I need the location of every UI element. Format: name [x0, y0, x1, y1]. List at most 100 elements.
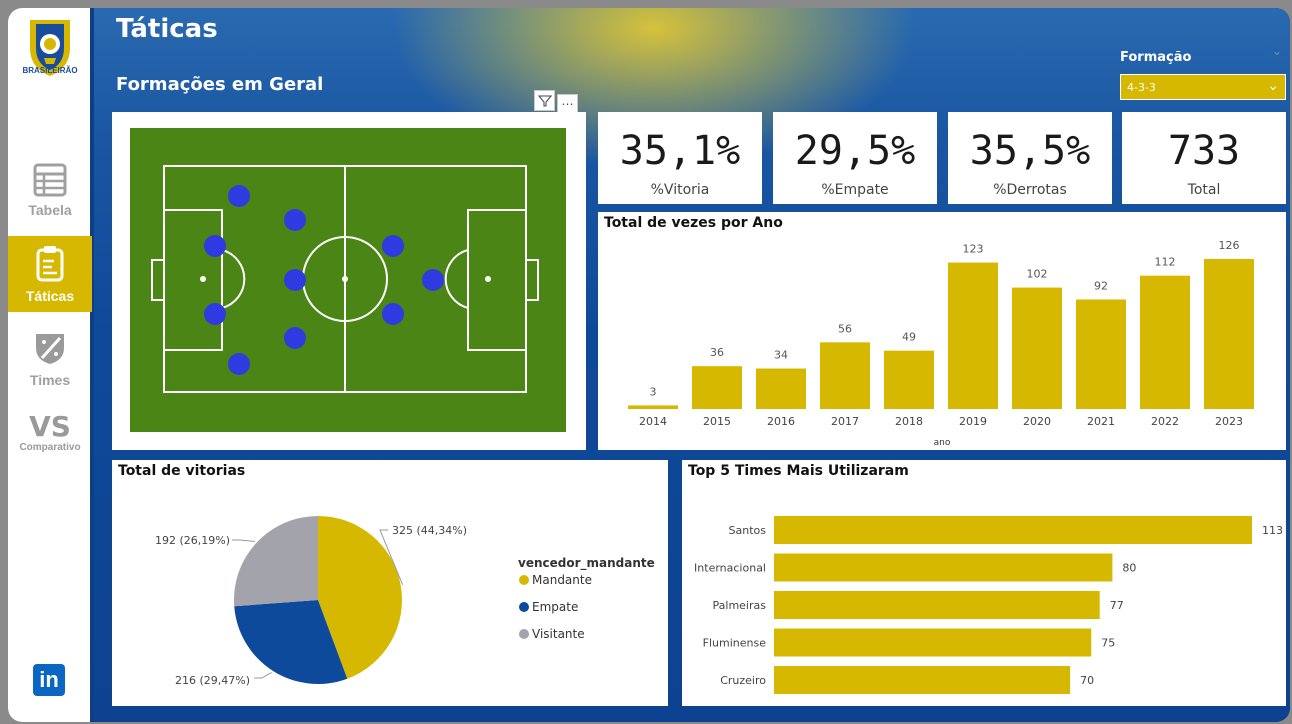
kpi-label: Total — [1187, 182, 1221, 198]
main-area: Táticas Formações em Geral Formação ⌄ 4-… — [94, 8, 1290, 722]
kpi-label: %Derrotas — [993, 182, 1067, 198]
legend-marker — [519, 575, 529, 585]
bar — [628, 405, 678, 409]
player-marker — [284, 327, 306, 349]
bar — [774, 553, 1113, 582]
chevron-down-icon: ⌄ — [1267, 78, 1279, 94]
x-tick-label: 2021 — [1087, 415, 1115, 428]
pie-slice — [234, 516, 318, 607]
player-marker — [228, 185, 250, 207]
page-title: Táticas — [116, 14, 218, 44]
formation-dropdown[interactable]: 4-3-3 ⌄ — [1120, 74, 1286, 100]
bar — [774, 628, 1092, 657]
formation-value: 4-3-3 — [1127, 81, 1156, 94]
linkedin-icon[interactable]: in — [33, 664, 65, 696]
kpi-card-total: 733 Total — [1122, 112, 1286, 204]
kpi-card-derrotas: 35,5% %Derrotas — [948, 112, 1112, 204]
data-label: 126 — [1219, 239, 1240, 252]
wins-pie-chart: 325 (44,34%) 216 (29,47%) 192 (26,19%) venc… — [155, 516, 655, 687]
data-label: 34 — [774, 349, 788, 362]
data-label: 56 — [838, 322, 852, 335]
x-tick-label: 2018 — [895, 415, 923, 428]
x-tick-label: 2023 — [1215, 415, 1243, 428]
x-tick-label: 2022 — [1151, 415, 1179, 428]
section-title: Formações em Geral — [116, 74, 324, 95]
legend-title: vencedor_mandante — [518, 556, 655, 571]
data-label: 80 — [1122, 562, 1136, 575]
data-label: 112 — [1155, 256, 1176, 269]
bar — [756, 368, 806, 409]
nav-tabela[interactable]: Tabela — [8, 162, 92, 228]
kpi-label: %Empate — [821, 182, 889, 198]
vs-icon: VS — [29, 410, 71, 443]
bar — [884, 350, 934, 409]
data-label: 75 — [1101, 637, 1115, 650]
leader-line — [232, 539, 256, 543]
bar — [1204, 259, 1254, 409]
year-chart-card: Total de vezes por Ano 3 2014 36 2015 34 2016… — [598, 212, 1286, 450]
leader-line — [254, 671, 272, 679]
sidebar: BRASILEIRÃO Tabela Táticas Times VS Comp… — [8, 8, 92, 722]
nav-comparativo-label: Comparativo — [19, 442, 81, 453]
x-tick-label: 2015 — [703, 415, 731, 428]
y-tick-label: Palmeiras — [713, 599, 767, 612]
data-label: 49 — [902, 331, 916, 344]
y-tick-label: Cruzeiro — [720, 674, 766, 687]
nav-tabela-label: Tabela — [28, 202, 72, 218]
app-frame: BRASILEIRÃO Tabela Táticas Times VS Comp… — [8, 8, 1290, 722]
slicer-collapse-icon[interactable]: ⌄ — [1272, 44, 1282, 58]
data-label: 113 — [1262, 524, 1283, 537]
logo-text: BRASILEIRÃO — [22, 66, 78, 75]
legend-item: Visitante — [532, 627, 585, 641]
slice-label: 216 (29,47%) — [175, 674, 250, 687]
bar — [692, 366, 742, 409]
x-tick-label: 2017 — [831, 415, 859, 428]
slice-label: 192 (26,19%) — [155, 534, 230, 547]
kpi-label: %Vitoria — [650, 182, 710, 198]
football-pitch — [130, 128, 566, 432]
data-label: 123 — [963, 243, 984, 256]
kpi-value: 733 — [1167, 128, 1241, 174]
player-marker — [422, 269, 444, 291]
kpi-value: 29,5% — [794, 128, 916, 174]
nav-comparativo[interactable]: VS Comparativo — [8, 412, 92, 462]
player-marker — [382, 303, 404, 325]
x-axis-label: ano — [934, 438, 951, 448]
kpi-card-vitoria: 35,1% %Vitoria — [598, 112, 762, 204]
nav-times[interactable]: Times — [8, 330, 92, 398]
year-bar-chart: 3 2014 36 2015 34 2016 56 2017 49 2018 123 2019 102 2… — [628, 239, 1254, 448]
bar — [774, 666, 1071, 694]
bar — [774, 516, 1252, 544]
kpi-value: 35,5% — [969, 128, 1091, 174]
kpi-value: 35,1% — [619, 128, 741, 174]
x-tick-label: 2014 — [639, 415, 667, 428]
legend-marker — [519, 629, 529, 639]
bar — [820, 342, 870, 409]
filter-icon[interactable] — [534, 90, 555, 111]
pitch-grass — [130, 128, 566, 432]
nav-taticas-label: Táticas — [25, 288, 75, 304]
top5-chart-card: Top 5 Times Mais Utilizaram Santos 113 Int… — [682, 460, 1286, 706]
data-label: 36 — [710, 346, 724, 359]
bar — [774, 591, 1100, 619]
pie-chart-card: Total de vitorias 325 (44,34%) 216 (29,47… — [112, 460, 668, 706]
player-marker — [284, 269, 306, 291]
x-tick-label: 2016 — [767, 415, 795, 428]
nav-taticas[interactable]: Táticas — [8, 236, 92, 312]
bar — [1076, 299, 1126, 409]
player-marker — [204, 303, 226, 325]
data-label: 102 — [1027, 268, 1048, 281]
slicer-label: Formação — [1120, 50, 1192, 65]
data-label: 92 — [1094, 279, 1108, 292]
bar — [1140, 275, 1190, 409]
data-label: 77 — [1110, 599, 1124, 612]
legend-marker — [519, 602, 529, 612]
y-tick-label: Internacional — [694, 562, 766, 575]
player-marker — [204, 235, 226, 257]
kpi-card-empate: 29,5% %Empate — [773, 112, 937, 204]
clipboard-icon — [36, 246, 64, 282]
slice-label: 325 (44,34%) — [392, 524, 467, 537]
x-tick-label: 2019 — [959, 415, 987, 428]
y-tick-label: Fluminense — [703, 637, 767, 650]
table-icon — [33, 163, 67, 197]
